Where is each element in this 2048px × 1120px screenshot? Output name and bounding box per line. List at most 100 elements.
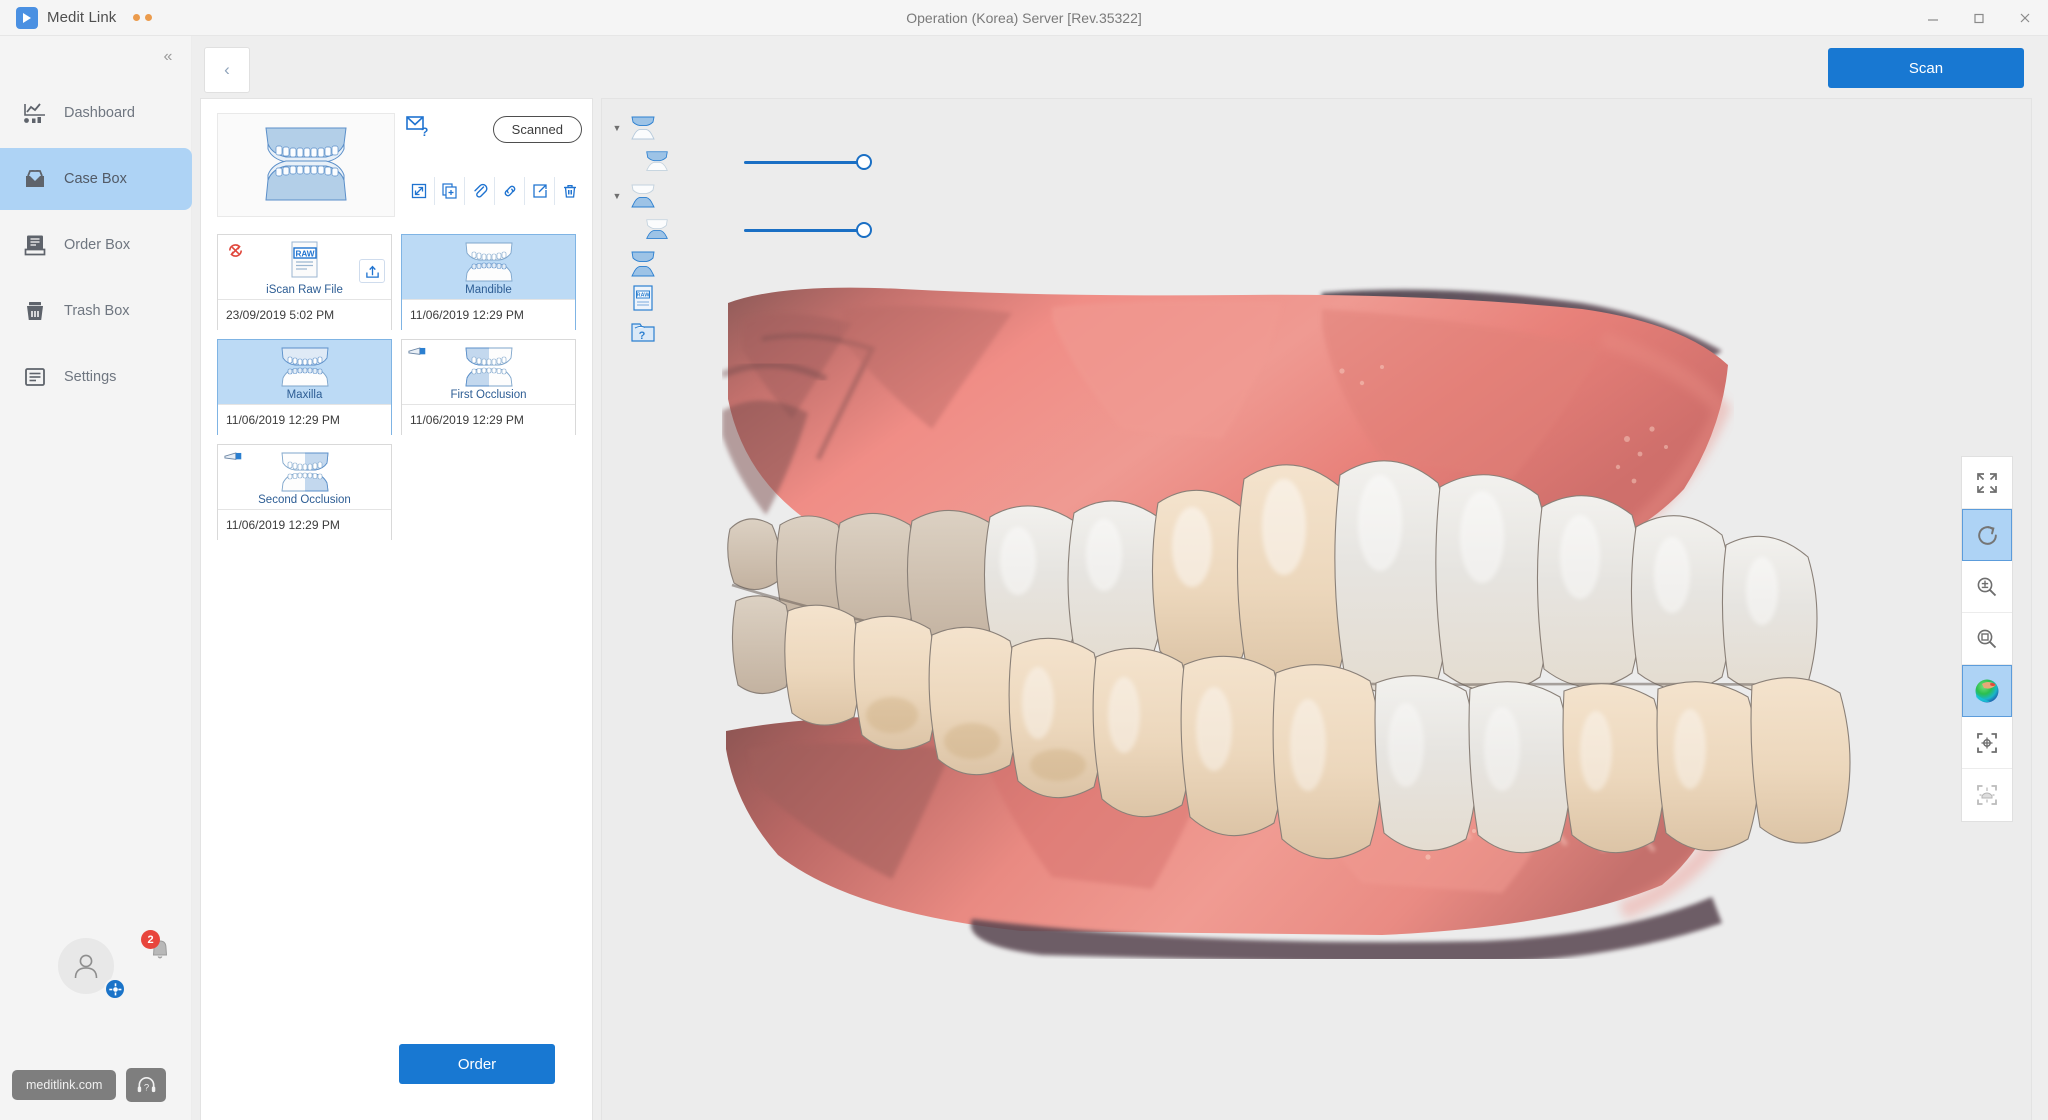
file-row: Maxilla 11/06/2019 12:29 PM First Occlus… [217,339,577,435]
model-3d-render[interactable] [720,279,1902,965]
scan-button[interactable]: Scan [1828,48,2024,88]
case-thumbnail[interactable] [217,113,395,217]
file-card-mandible[interactable]: Mandible 11/06/2019 12:29 PM [401,234,576,330]
back-button[interactable]: ‹ [204,47,250,93]
sidebar-item-settings[interactable]: Settings [0,346,192,408]
mail-question-icon[interactable]: ? [406,116,428,141]
occlusion-left-icon [280,452,329,491]
file-body: Second Occlusion [218,445,391,509]
file-card-first-occlusion[interactable]: First Occlusion 11/06/2019 12:29 PM [401,339,576,435]
headset-help-icon[interactable]: ? [126,1068,167,1102]
sidebar-item-case-box[interactable]: Case Box [0,148,192,210]
lower-arch-icon[interactable] [640,217,674,243]
case-panel: ? Scanned RAW iScan Raw File 23/09/2019 … [200,98,593,1120]
file-label: First Occlusion [450,388,527,401]
both-arches-icon[interactable] [626,249,660,279]
export-icon[interactable] [524,177,554,205]
sidebar-item-order-box[interactable]: Order Box [0,214,192,276]
upper-arch-group-icon[interactable] [626,115,660,141]
file-card-maxilla[interactable]: Maxilla 11/06/2019 12:29 PM [217,339,392,435]
layer-unknown-data: ? [608,315,788,349]
layer-raw-data: RAW [608,281,788,315]
fit-model-icon[interactable] [1962,769,2012,821]
minimize-icon[interactable] [1910,0,1956,36]
sidebar-nav: Dashboard Case Box Order Box Trash Box S… [0,78,192,412]
sidebar-item-label: Case Box [64,171,127,187]
slider-handle[interactable] [856,154,872,170]
gear-icon[interactable] [104,978,126,1000]
viewer-toolbar [1961,456,2013,822]
file-date: 11/06/2019 12:29 PM [218,404,391,435]
slider-track [744,228,864,232]
sidebar-item-trash-box[interactable]: Trash Box [0,280,192,342]
upper-opacity-slider[interactable] [674,145,872,179]
sidebar-item-label: Order Box [64,237,131,253]
center-target-icon[interactable] [1962,717,2012,769]
file-grid: RAW iScan Raw File 23/09/2019 5:02 PM Ma… [217,234,577,549]
sidebar-item-dashboard[interactable]: Dashboard [0,82,192,144]
sidebar-item-label: Settings [64,369,117,385]
dental-scan-model [720,287,1851,965]
medit-logo-icon [16,6,38,29]
fullscreen-icon[interactable] [1962,457,2012,509]
chevron-down-icon[interactable]: ▼ [608,123,626,133]
file-label: Mandible [465,283,512,296]
close-icon[interactable] [2002,0,2048,36]
raw-file-icon[interactable]: RAW [626,283,660,313]
user-zone: 2 meditlink.com ? [0,910,192,1120]
layer-both-arches [608,247,788,281]
zoom-region-icon[interactable] [1962,613,2012,665]
file-card-iscan-raw-file[interactable]: RAW iScan Raw File 23/09/2019 5:02 PM [217,234,392,330]
settings-icon [22,364,48,390]
sidebar-item-label: Trash Box [64,303,130,319]
file-label: Maxilla [286,388,323,401]
svg-text:?: ? [421,125,428,136]
window-controls [1910,0,2048,36]
file-date: 23/09/2019 5:02 PM [218,299,391,330]
file-label: iScan Raw File [266,283,343,296]
chevron-down-icon[interactable]: ▼ [608,191,626,201]
file-label: Second Occlusion [258,493,351,506]
upper-arch-icon[interactable] [640,149,674,175]
site-link[interactable]: meditlink.com [12,1070,117,1100]
sidebar-footer: meditlink.com ? [12,1068,167,1102]
expand-arrows-icon[interactable] [404,177,434,205]
lower-opacity-slider[interactable] [674,213,872,247]
upload-icon[interactable] [359,259,385,283]
file-date: 11/06/2019 12:29 PM [402,404,575,435]
status-dots [133,14,153,21]
dental-arches-icon [265,127,347,201]
paperclip-icon[interactable] [464,177,494,205]
layer-spacer [660,111,788,145]
order-button[interactable]: Order [399,1044,555,1084]
layer-spacer [660,247,788,281]
link-icon[interactable] [494,177,524,205]
file-body: First Occlusion [402,340,575,404]
lower-arch-group-icon[interactable] [626,183,660,209]
collapse-sidebar-button[interactable]: « [155,44,181,70]
rotate-icon[interactable] [1962,509,2012,561]
notifications[interactable]: 2 [141,930,175,966]
layer-spacer [660,315,788,349]
slider-handle[interactable] [856,222,872,238]
titlebar: Medit Link Operation (Korea) Server [Rev… [0,0,2048,36]
layer-upper-opacity [608,145,872,179]
svg-text:RAW: RAW [295,249,314,258]
trash-icon[interactable] [554,177,584,205]
maximize-icon[interactable] [1956,0,2002,36]
notification-count: 2 [141,930,160,949]
svg-text:?: ? [639,330,646,342]
occlusion-right-icon [464,347,513,386]
file-card-second-occlusion[interactable]: Second Occlusion 11/06/2019 12:29 PM [217,444,392,540]
svg-text:?: ? [144,1082,149,1093]
zoom-in-icon[interactable] [1962,561,2012,613]
folder-question-icon[interactable]: ? [626,318,660,346]
brand-name: Medit Link [47,9,117,26]
raw-file-icon: RAW [291,241,317,277]
file-row: Second Occlusion 11/06/2019 12:29 PM [217,444,577,540]
case-box-icon [22,166,48,192]
dashboard-icon [22,100,48,126]
add-file-icon[interactable] [434,177,464,205]
color-sphere-icon[interactable] [1962,665,2012,717]
main-content: ‹ Scan ? Scanned RAW iScan Raw File 23/0… [192,36,2048,1120]
